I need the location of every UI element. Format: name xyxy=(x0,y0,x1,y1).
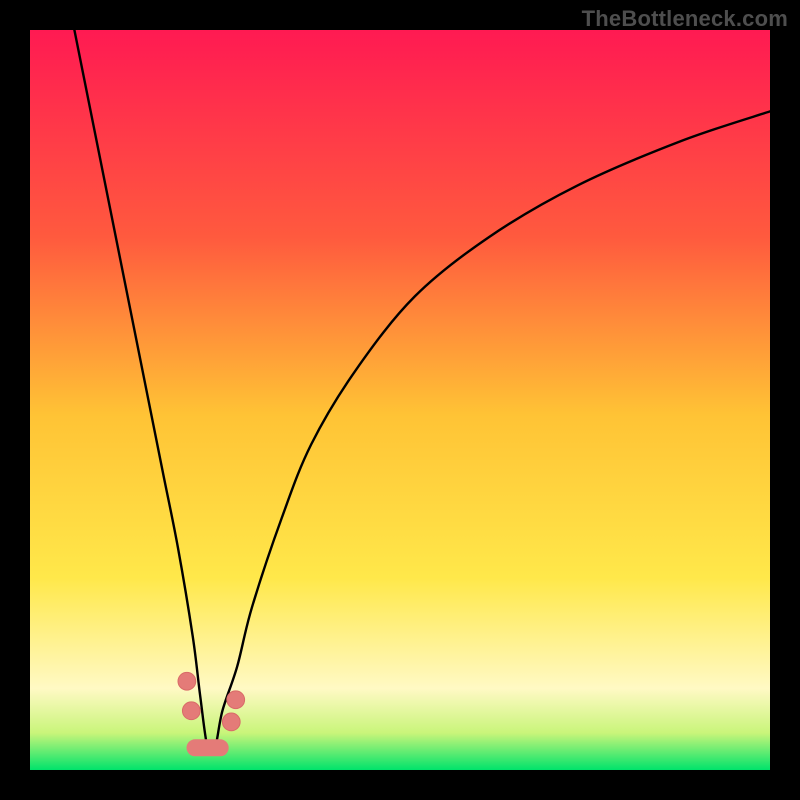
plot-area xyxy=(30,30,770,770)
chart-svg xyxy=(30,30,770,770)
right-dot-upper xyxy=(227,691,245,709)
watermark-text: TheBottleneck.com xyxy=(582,6,788,32)
gradient-background xyxy=(30,30,770,770)
left-dot-upper xyxy=(178,672,196,690)
right-dot-lower xyxy=(222,713,240,731)
left-dot-lower xyxy=(182,702,200,720)
outer-frame: TheBottleneck.com xyxy=(0,0,800,800)
